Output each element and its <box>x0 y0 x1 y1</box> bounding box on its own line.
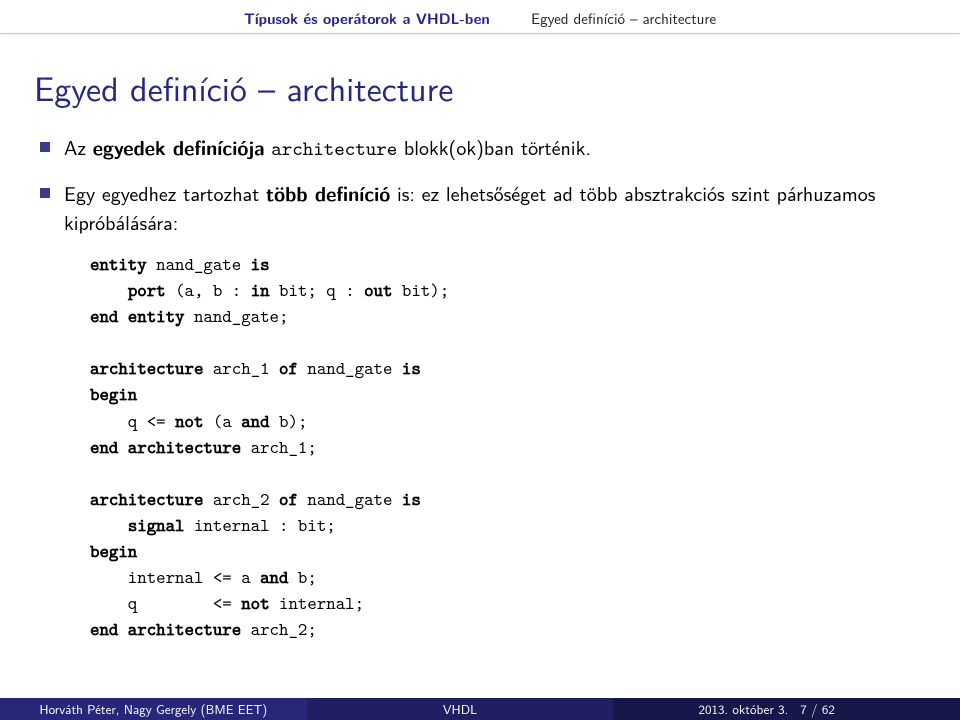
footer-page: 7 / 62 <box>800 700 835 719</box>
footer-title: VHDL <box>307 698 614 720</box>
footer: Horváth Péter, Nagy Gergely (BME EET) VH… <box>0 698 960 720</box>
text: Az <box>64 133 93 162</box>
code-block: entity nand_gate is port (a, b : in bit;… <box>90 251 926 642</box>
bullet-2: Egy egyedhez tartozhat több definíció is… <box>34 178 926 237</box>
footer-author: Horváth Péter, Nagy Gergely (BME EET) <box>0 698 307 720</box>
nav-section: Típusok és operátorok a VHDL-ben <box>244 8 490 29</box>
footer-date: 2013. október 3. <box>698 700 788 719</box>
body-content: Az egyedek definíciója architecture blok… <box>0 132 960 642</box>
text-tt: architecture <box>271 136 397 162</box>
nav-subsection: Egyed definíció – architecture <box>531 7 716 29</box>
header-divider <box>0 33 960 34</box>
bullet-list: Az egyedek definíciója architecture blok… <box>34 132 926 237</box>
nav-header: Típusok és operátorok a VHDL-ben Egyed d… <box>0 0 960 33</box>
footer-date-page: 2013. október 3. 7 / 62 <box>613 698 960 720</box>
bullet-1: Az egyedek definíciója architecture blok… <box>34 132 926 164</box>
text: blokk(ok)ban történik. <box>397 133 591 162</box>
text-bold: egyedek definíciója <box>93 132 265 161</box>
page-title: Egyed definíció – architecture <box>0 36 960 126</box>
text: Egy egyedhez tartozhat <box>64 179 266 208</box>
text-bold: több definíció <box>266 178 390 207</box>
